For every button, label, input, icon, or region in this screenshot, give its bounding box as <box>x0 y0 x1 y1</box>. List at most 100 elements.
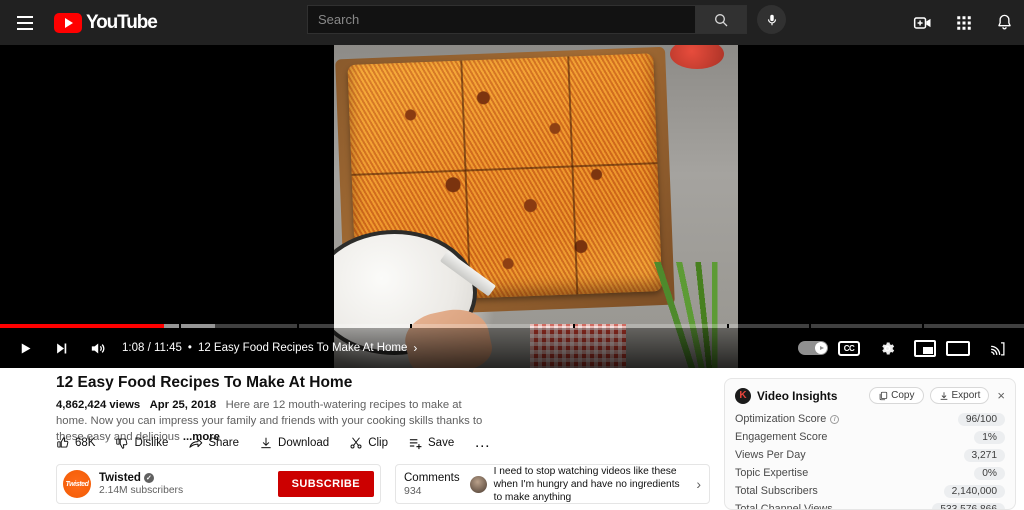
commenter-avatar <box>469 475 487 493</box>
create-video-icon <box>913 16 931 29</box>
avatar-label: Twisted <box>65 480 89 488</box>
channel-name: Twisted <box>99 472 141 484</box>
insights-row-label: Engagement Score <box>735 431 827 443</box>
like-count: 68K <box>75 437 96 449</box>
avatar[interactable]: Twisted <box>63 470 91 498</box>
miniplayer-button[interactable] <box>914 339 936 357</box>
insights-label-text: Views Per Day <box>735 449 806 461</box>
insights-row-label: Topic Expertise <box>735 467 808 479</box>
volume-button[interactable] <box>80 331 114 365</box>
play-button[interactable] <box>8 331 42 365</box>
notifications-button[interactable] <box>995 13 1014 32</box>
copy-button[interactable]: Copy <box>869 387 924 404</box>
search-area <box>307 5 786 34</box>
captions-button[interactable]: CC <box>838 340 860 356</box>
play-icon <box>21 343 30 353</box>
insights-row: Views Per Day 3,271 <box>735 446 1005 464</box>
view-count: 4,862,424 views <box>56 399 141 411</box>
search-icon <box>715 13 728 26</box>
insights-actions: Copy Export × <box>869 387 1007 404</box>
search-button[interactable] <box>695 5 747 34</box>
settings-button[interactable] <box>870 331 904 365</box>
upload-date: Apr 25, 2018 <box>149 399 217 411</box>
page-title: 12 Easy Food Recipes To Make At Home <box>56 374 353 391</box>
hamburger-icon[interactable] <box>8 6 42 40</box>
bell-icon <box>998 14 1011 30</box>
insights-label-text: Total Channel Views <box>735 503 833 510</box>
next-video-button[interactable] <box>44 331 78 365</box>
share-label: Share <box>208 437 240 449</box>
insights-row-label: Optimization Score i <box>735 413 840 425</box>
info-icon[interactable]: i <box>830 414 840 424</box>
insights-row: Total Channel Views 533,576,866 <box>735 500 1005 510</box>
download-button[interactable]: Download <box>259 436 329 450</box>
channel-name-row[interactable]: Twisted ✓ <box>99 472 183 484</box>
insights-label-text: Topic Expertise <box>735 467 809 479</box>
comments-header: Comments 934 <box>404 472 470 497</box>
youtube-play-icon <box>54 12 82 33</box>
export-icon <box>940 391 947 400</box>
cast-button[interactable] <box>980 331 1014 365</box>
scissors-icon <box>350 437 362 449</box>
comments-card[interactable]: Comments 934 I need to stop watching vid… <box>395 464 710 504</box>
close-icon[interactable]: × <box>995 389 1007 402</box>
insights-title: Video Insights <box>757 388 838 403</box>
dislike-button[interactable]: Dislike <box>115 436 168 450</box>
insights-row-label: Views Per Day <box>735 449 806 461</box>
apps-button[interactable] <box>955 14 973 32</box>
download-icon <box>261 437 271 449</box>
share-icon <box>189 438 203 448</box>
save-playlist-icon <box>409 438 422 449</box>
search-box[interactable] <box>307 5 695 34</box>
insights-row: Optimization Score i 96/100 <box>735 410 1005 428</box>
download-label: Download <box>278 437 330 449</box>
share-button[interactable]: Share <box>188 436 239 451</box>
export-button[interactable]: Export <box>929 387 990 404</box>
time-and-title: 1:08 / 11:45 • 12 Easy Food Recipes To M… <box>122 341 417 355</box>
thumbs-down-icon <box>116 438 128 449</box>
insights-logo-icon: K <box>735 387 751 404</box>
insights-label-text: Total Subscribers <box>735 485 818 497</box>
create-video-button[interactable] <box>913 13 933 33</box>
youtube-logo[interactable]: YouTube <box>54 11 158 34</box>
comments-count: 934 <box>404 484 422 497</box>
time-separator: • <box>187 342 192 354</box>
insights-label-text: Engagement Score <box>735 431 828 443</box>
like-button[interactable]: 68K <box>56 436 95 450</box>
clip-label: Clip <box>368 437 388 449</box>
channel-info: Twisted ✓ 2.14M subscribers <box>99 472 183 496</box>
video-player[interactable]: 1:08 / 11:45 • 12 Easy Food Recipes To M… <box>0 45 1024 368</box>
channel-card: Twisted Twisted ✓ 2.14M subscribers SUBS… <box>56 464 381 504</box>
theater-mode-button[interactable] <box>946 340 970 356</box>
insights-row-value: 2,140,000 <box>943 484 1005 498</box>
insights-row-value: 533,576,866 <box>932 502 1005 509</box>
insights-row-label: Total Channel Views <box>735 503 833 510</box>
player-controls-right: CC <box>798 331 1024 365</box>
clip-button[interactable]: Clip <box>349 436 388 450</box>
video-insights-panel: K Video Insights Copy Export × Optimizat… <box>724 378 1016 510</box>
save-button[interactable]: Save <box>408 436 454 451</box>
volume-icon <box>91 343 104 353</box>
subscribe-button[interactable]: SUBSCRIBE <box>277 471 374 497</box>
chevron-right-icon[interactable]: › <box>413 341 417 355</box>
header-icons <box>913 0 1014 45</box>
insights-row-label: Total Subscribers <box>735 485 818 497</box>
autoplay-toggle[interactable] <box>798 341 828 355</box>
more-actions-button[interactable]: … <box>474 434 491 452</box>
youtube-watch-page: YouTube Search 1:08 / 11:45 • 12 Easy Fo… <box>0 0 1024 510</box>
subscriber-count: 2.14M subscribers <box>99 485 184 496</box>
top-header: YouTube <box>0 0 1024 45</box>
next-video-icon <box>56 343 66 353</box>
youtube-wordmark: YouTube <box>86 11 158 33</box>
comments-expand-icon[interactable]: › <box>696 476 701 492</box>
comment-preview-text: I need to stop watching videos like thes… <box>493 465 680 503</box>
now-playing-title[interactable]: 12 Easy Food Recipes To Make At Home <box>198 342 407 354</box>
insights-row-value: 96/100 <box>957 412 1005 426</box>
time-display: 1:08 / 11:45 <box>122 342 182 354</box>
voice-search-button[interactable] <box>757 5 786 34</box>
insights-row: Total Subscribers 2,140,000 <box>735 482 1005 500</box>
microphone-icon <box>767 14 776 25</box>
insights-header: K Video Insights Copy Export × <box>725 379 1015 408</box>
player-controls-left: 1:08 / 11:45 • 12 Easy Food Recipes To M… <box>0 331 417 365</box>
search-input[interactable] <box>318 12 678 27</box>
